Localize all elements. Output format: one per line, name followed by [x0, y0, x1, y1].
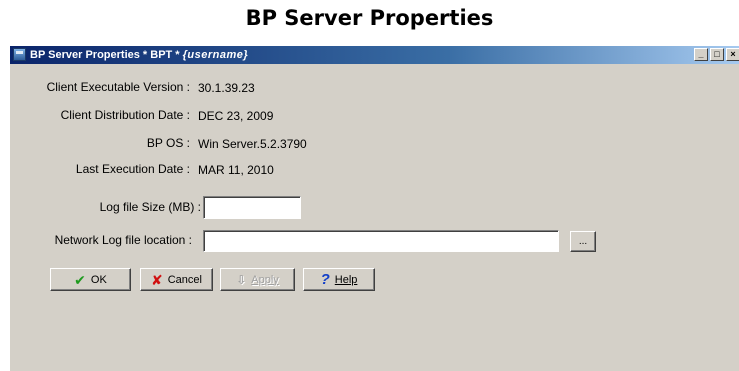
- bp-os-value: Win Server.5.2.3790: [198, 137, 307, 151]
- cancel-button-label: Cancel: [167, 273, 202, 286]
- distribution-date-value: DEC 23, 2009: [198, 109, 274, 123]
- log-size-label: Log file Size (MB) :: [99, 200, 201, 214]
- checkmark-icon: ✔: [74, 271, 86, 288]
- apply-button[interactable]: ⇩ Apply: [220, 268, 295, 291]
- window-titlebar[interactable]: BP Server Properties * BPT * {username} …: [10, 46, 739, 64]
- apply-icon: ⇩: [236, 272, 247, 287]
- browse-button-label: ...: [578, 236, 588, 247]
- last-execution-value: MAR 11, 2010: [198, 163, 274, 177]
- window-controls: _ □ ×: [694, 48, 739, 61]
- page-title: BP Server Properties: [245, 6, 494, 30]
- browse-button[interactable]: ...: [570, 231, 596, 252]
- distribution-date-label: Client Distribution Date :: [60, 108, 190, 122]
- maximize-button[interactable]: □: [710, 48, 724, 61]
- network-log-label: Network Log file location :: [54, 233, 192, 247]
- log-size-input[interactable]: [203, 196, 301, 219]
- help-button[interactable]: ? Help: [303, 268, 375, 291]
- window-title-username: {username}: [182, 49, 249, 61]
- ok-button-label: OK: [90, 273, 107, 286]
- close-button[interactable]: ×: [726, 48, 739, 61]
- question-mark-icon: ?: [320, 270, 330, 288]
- client-version-value: 30.1.39.23: [198, 81, 255, 95]
- network-log-input[interactable]: [203, 230, 559, 252]
- cancel-button[interactable]: ✘ Cancel: [140, 268, 213, 291]
- x-icon: ✘: [151, 271, 163, 288]
- properties-window: BP Server Properties * BPT * {username} …: [9, 45, 739, 371]
- bp-os-label: BP OS :: [146, 136, 190, 150]
- app-icon: [13, 48, 26, 61]
- help-button-label: Help: [334, 273, 358, 286]
- window-title: BP Server Properties * BPT *: [30, 49, 183, 61]
- apply-button-label: Apply: [251, 273, 279, 286]
- minimize-button[interactable]: _: [694, 48, 708, 61]
- ok-button[interactable]: ✔ OK: [50, 268, 131, 291]
- last-execution-label: Last Execution Date :: [75, 162, 190, 176]
- client-version-label: Client Executable Version :: [46, 80, 190, 94]
